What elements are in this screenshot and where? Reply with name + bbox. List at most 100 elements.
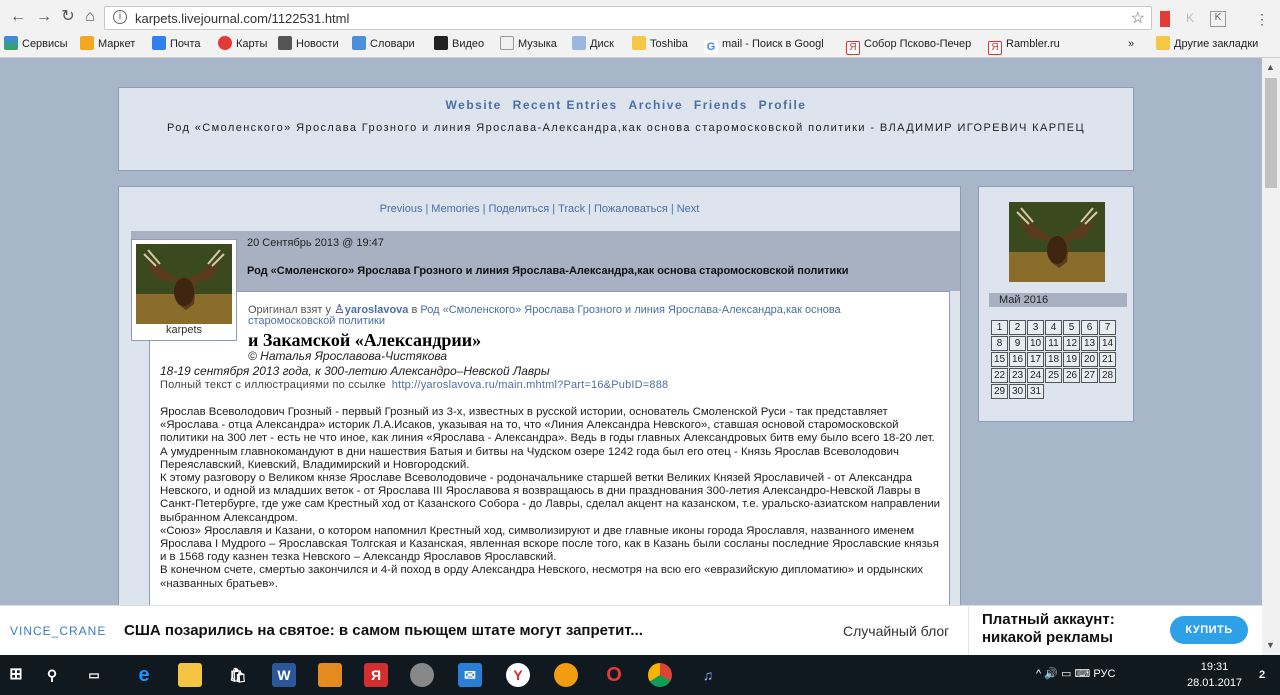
calendar-day[interactable]: 30 [1009, 384, 1026, 399]
calendar-day[interactable]: 26 [1063, 368, 1080, 383]
nav-track[interactable]: Track [558, 203, 585, 215]
calendar-day[interactable]: 29 [991, 384, 1008, 399]
calendar-day[interactable]: 25 [1045, 368, 1062, 383]
bookmark-label: Собор Псково-Печер [864, 38, 972, 50]
calendar-day[interactable]: 24 [1027, 368, 1044, 383]
nav-archive[interactable]: Archive [629, 98, 684, 112]
calendar-day[interactable]: 20 [1081, 352, 1098, 367]
bookmark-market[interactable]: Маркет [80, 36, 135, 52]
menu-dots-icon[interactable]: ⋮ [1254, 11, 1270, 27]
chrome-icon[interactable] [648, 663, 672, 687]
bookmark-sobor[interactable]: Я Собор Псково-Печер [846, 36, 972, 55]
calendar-day[interactable]: 18 [1045, 352, 1062, 367]
bookmark-video[interactable]: Видео [434, 36, 484, 52]
nav-report[interactable]: Пожаловаться [594, 203, 668, 215]
calendar-day[interactable]: 13 [1081, 336, 1098, 351]
extension-flag-icon[interactable] [1160, 11, 1170, 27]
bookmark-toshiba[interactable]: Toshiba [632, 36, 688, 52]
media-icon[interactable] [318, 663, 342, 687]
scroll-down-icon[interactable]: ▼ [1266, 640, 1275, 650]
nav-previous[interactable]: Previous [380, 203, 423, 215]
yandex-icon[interactable]: Я [364, 663, 388, 687]
app-icon[interactable]: ♫ [696, 663, 720, 687]
extension-box-icon[interactable]: K [1210, 11, 1226, 27]
calendar-day[interactable]: 4 [1045, 320, 1062, 335]
calendar-day[interactable]: 31 [1027, 384, 1044, 399]
scrollbar[interactable]: ▲ ▼ [1262, 58, 1280, 655]
bookmark-music[interactable]: Музыка [500, 36, 557, 52]
yandex-browser-icon[interactable]: Y [506, 663, 530, 687]
calendar-day[interactable]: 15 [991, 352, 1008, 367]
info-icon[interactable]: i [113, 10, 127, 24]
userpic[interactable]: karpets [131, 239, 237, 341]
app-circle-icon[interactable] [410, 663, 434, 687]
nav-share[interactable]: Поделиться [488, 203, 549, 215]
fulltext-link[interactable]: http://yaroslavova.ru/main.mhtml?Part=16… [392, 379, 669, 391]
calendar-day[interactable]: 1 [991, 320, 1008, 335]
bookmark-news[interactable]: Новости [278, 36, 339, 52]
nav-website[interactable]: Website [446, 98, 502, 112]
bookmark-other[interactable]: Другие закладки [1156, 36, 1258, 52]
nav-next[interactable]: Next [677, 203, 700, 215]
calendar-day[interactable]: 10 [1027, 336, 1044, 351]
promo-user[interactable]: VINCE_CRANE [10, 624, 106, 638]
calendar-day[interactable]: 17 [1027, 352, 1044, 367]
search-icon[interactable]: ⚲ [40, 663, 64, 687]
bookmarks-overflow[interactable]: » [1128, 36, 1134, 52]
calendar-day[interactable]: 8 [991, 336, 1008, 351]
bookmark-dictionaries[interactable]: Словари [352, 36, 415, 52]
task-view-icon[interactable]: ▭ [82, 663, 106, 687]
calendar-day[interactable]: 28 [1099, 368, 1116, 383]
calendar-day[interactable]: 22 [991, 368, 1008, 383]
random-blog-link[interactable]: Случайный блог [843, 623, 949, 639]
opera-icon[interactable]: O [602, 663, 626, 687]
calendar-day[interactable]: 9 [1009, 336, 1026, 351]
windows-start-icon[interactable]: ⊞ [4, 663, 28, 687]
calendar-day[interactable]: 3 [1027, 320, 1044, 335]
odnoklassniki-icon[interactable] [554, 663, 578, 687]
buy-button[interactable]: КУПИТЬ [1170, 616, 1248, 644]
calendar-day[interactable]: 21 [1099, 352, 1116, 367]
scroll-up-icon[interactable]: ▲ [1266, 62, 1275, 72]
language-indicator[interactable]: РУС [1093, 668, 1115, 680]
bookmark-disk[interactable]: Диск [572, 36, 614, 52]
nav-profile[interactable]: Profile [759, 98, 807, 112]
promo-headline[interactable]: США позарились на святое: в самом пьющем… [124, 622, 643, 639]
calendar-day[interactable]: 6 [1081, 320, 1098, 335]
bookmark-services[interactable]: Сервисы [4, 36, 68, 52]
scroll-thumb[interactable] [1265, 78, 1277, 188]
nav-memories[interactable]: Memories [431, 203, 479, 215]
calendar-day[interactable]: 12 [1063, 336, 1080, 351]
home-icon[interactable]: ⌂ [80, 7, 100, 27]
address-bar[interactable]: i karpets.livejournal.com/1122531.html ☆ [104, 6, 1152, 30]
bookmark-star-icon[interactable]: ☆ [1131, 8, 1145, 28]
clock[interactable]: 19:31 28.01.2017 [1187, 659, 1242, 691]
calendar-day[interactable]: 16 [1009, 352, 1026, 367]
calendar-day[interactable]: 23 [1009, 368, 1026, 383]
nav-friends[interactable]: Friends [694, 98, 748, 112]
edge-icon[interactable]: e [132, 663, 156, 687]
bookmark-google-mail[interactable]: Gmail - Поиск в Googl [704, 36, 824, 54]
bookmark-rambler[interactable]: Я Rambler.ru [988, 36, 1060, 55]
file-explorer-icon[interactable] [178, 663, 202, 687]
calendar-day[interactable]: 27 [1081, 368, 1098, 383]
store-icon[interactable]: 🛍 [226, 663, 250, 687]
extension-k-icon[interactable]: K [1186, 11, 1202, 27]
system-tray[interactable]: ^ 🔊 ▭ ⌨ РУС [1036, 667, 1115, 680]
back-icon[interactable]: ← [8, 7, 28, 27]
reload-icon[interactable]: ↻ [58, 7, 78, 27]
calendar-day[interactable]: 7 [1099, 320, 1116, 335]
calendar-day[interactable]: 19 [1063, 352, 1080, 367]
calendar-day[interactable]: 14 [1099, 336, 1116, 351]
bookmark-maps[interactable]: Карты [218, 36, 267, 52]
word-icon[interactable]: W [272, 663, 296, 687]
calendar-day[interactable]: 2 [1009, 320, 1026, 335]
mail-app-icon[interactable]: ✉ [458, 663, 482, 687]
nav-recent-entries[interactable]: Recent Entries [513, 98, 618, 112]
bookmark-mail[interactable]: Почта [152, 36, 201, 52]
calendar-day[interactable]: 11 [1045, 336, 1062, 351]
calendar-day[interactable]: 5 [1063, 320, 1080, 335]
url-text[interactable]: karpets.livejournal.com/1122531.html [135, 11, 349, 26]
notifications-icon[interactable]: 2 [1250, 663, 1274, 687]
forward-icon[interactable]: → [34, 7, 54, 27]
